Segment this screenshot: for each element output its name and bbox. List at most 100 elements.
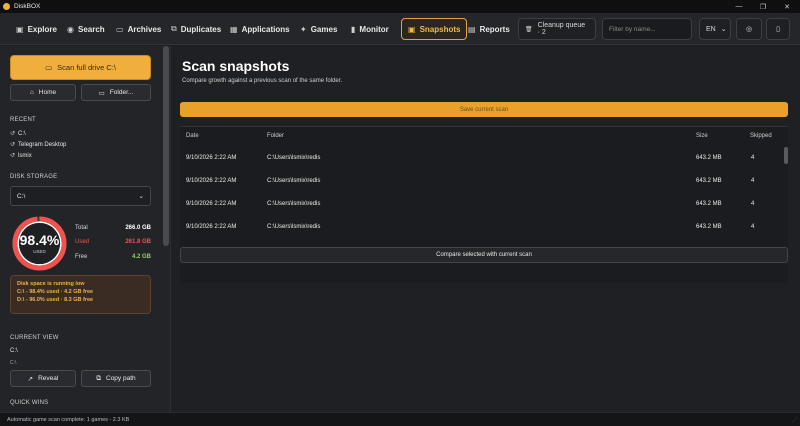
stat-label: Total — [75, 225, 88, 231]
gauge-label: USED — [33, 249, 46, 254]
page-title: Scan snapshots — [182, 58, 290, 74]
nav-explore[interactable]: ▣ Explore — [10, 18, 63, 40]
filter-input[interactable] — [602, 18, 692, 40]
applications-icon: ▦ — [230, 24, 238, 34]
main-toolbar: ▣ Explore ◉ Search ▭ Archives ⧉ Duplicat… — [0, 13, 800, 45]
stat-value: 4.2 GB — [131, 254, 151, 260]
column-header-size[interactable]: Size — [696, 133, 708, 139]
column-header-date[interactable]: Date — [186, 133, 199, 139]
theme-button[interactable]: ◎ — [736, 18, 762, 40]
table-row[interactable]: 9/10/2026 2:22 AM C:\Users\lsmix\redis 6… — [180, 194, 780, 216]
recent-item-label: C:\ — [18, 130, 26, 137]
minimize-button[interactable]: — — [727, 0, 751, 13]
language-value: EN — [706, 25, 716, 33]
nav-explore-label: Explore — [27, 24, 57, 34]
stat-value: 266.0 GB — [125, 225, 151, 231]
nav-duplicates[interactable]: ⧉ Duplicates — [165, 18, 227, 40]
table-row[interactable]: 9/10/2026 2:22 AM C:\Users\lsmix\redis 6… — [180, 148, 780, 170]
resize-grip-icon[interactable]: ⋰ — [791, 417, 797, 424]
cell-skipped: 4 — [751, 201, 755, 207]
save-current-scan-button[interactable]: Save current scan — [180, 102, 788, 117]
compare-scan-button[interactable]: Compare selected with current scan — [180, 247, 788, 263]
table-row[interactable]: 9/10/2026 2:22 AM C:\Users\lsmix\redis 6… — [180, 217, 780, 239]
recent-item[interactable]: ↺ C:\ — [10, 130, 26, 138]
drive-select[interactable]: C:\ ⌄ — [10, 186, 151, 206]
column-header-folder[interactable]: Folder — [267, 133, 284, 139]
theme-icon: ◎ — [745, 26, 753, 33]
column-header-skipped[interactable]: Skipped — [750, 133, 772, 139]
nav-search[interactable]: ◉ Search — [61, 18, 111, 40]
nav-monitor[interactable]: ▮ Monitor — [345, 18, 395, 40]
close-button[interactable]: ✕ — [775, 0, 799, 13]
explore-icon: ▣ — [16, 24, 24, 34]
cell-date: 9/10/2026 2:22 AM — [186, 178, 237, 184]
nav-snapshots[interactable]: ▣ Snapshots — [401, 18, 468, 40]
cell-skipped: 4 — [751, 224, 755, 230]
recent-item-label: Telegram Desktop — [18, 141, 67, 148]
warning-title: Disk space is running low — [17, 281, 85, 287]
table-scrollbar[interactable] — [784, 147, 788, 164]
nav-applications[interactable]: ▦ Applications — [224, 18, 296, 40]
cell-size: 643.2 MB — [696, 178, 722, 184]
nav-games[interactable]: ✦ Games — [294, 18, 343, 40]
nav-archives[interactable]: ▭ Archives — [110, 18, 167, 40]
nav-reports[interactable]: ▤ Reports — [462, 18, 516, 40]
current-path: C:\ — [10, 348, 18, 354]
warning-line: D:\ - 96.0% used · 8.3 GB free — [17, 297, 94, 303]
disk-storage-heading: DISK STORAGE — [10, 174, 58, 180]
drive-icon: ▭ — [45, 63, 53, 72]
folder-button[interactable]: ▭ Folder... — [81, 84, 151, 101]
reveal-label: Reveal — [38, 375, 59, 382]
sidebar-scrollbar[interactable] — [163, 46, 169, 246]
cell-folder: C:\Users\lsmix\redis — [267, 224, 321, 230]
history-icon: ↺ — [10, 153, 16, 159]
stat-total: Total 266.0 GB — [75, 225, 151, 231]
cleanup-queue-button[interactable]: 🗑 Cleanup queue · 2 — [518, 18, 596, 40]
cell-skipped: 4 — [751, 155, 755, 161]
chevron-down-icon: ⌄ — [720, 26, 727, 33]
copy-path-button[interactable]: ⧉ Copy path — [81, 370, 151, 387]
nav-search-label: Search — [77, 24, 105, 34]
panel-toggle-button[interactable]: ▯ — [766, 18, 790, 40]
cell-date: 9/10/2026 2:22 AM — [186, 155, 237, 161]
folder-icon: ▭ — [98, 89, 105, 97]
cell-date: 9/10/2026 2:22 AM — [186, 224, 237, 230]
stat-used: Used 261.8 GB — [75, 239, 151, 245]
cell-size: 643.2 MB — [696, 224, 722, 230]
stat-free: Free 4.2 GB — [75, 254, 151, 260]
low-space-warning: Disk space is running low C:\ - 98.4% us… — [10, 275, 151, 314]
cell-folder: C:\Users\lsmix\redis — [267, 155, 321, 161]
copy-path-label: Copy path — [106, 375, 136, 382]
cell-size: 643.2 MB — [696, 155, 722, 161]
home-label: Home — [38, 89, 57, 96]
monitor-icon: ▮ — [351, 24, 356, 34]
scan-full-drive-label: Scan full drive C:\ — [57, 63, 116, 72]
eye-icon: ◉ — [67, 24, 74, 34]
folder-label: Folder... — [109, 89, 134, 96]
scan-full-drive-button[interactable]: ▭ Scan full drive C:\ — [10, 55, 151, 80]
home-button[interactable]: ⌂ Home — [10, 84, 76, 101]
home-icon: ⌂ — [29, 89, 34, 96]
recent-item[interactable]: ↺ lsmix — [10, 152, 32, 160]
cell-folder: C:\Users\lsmix\redis — [267, 178, 321, 184]
recent-item[interactable]: ↺ Telegram Desktop — [10, 141, 67, 149]
sidebar: ▭ Scan full drive C:\ ⌂ Home ▭ Folder...… — [0, 46, 171, 412]
nav-applications-label: Applications — [241, 24, 290, 34]
stat-label: Used — [75, 239, 90, 245]
cell-skipped: 4 — [751, 178, 755, 184]
cell-date: 9/10/2026 2:22 AM — [186, 201, 237, 207]
nav-games-label: Games — [310, 24, 338, 34]
external-link-icon: ↗ — [27, 375, 34, 383]
maximize-button[interactable]: ❐ — [751, 0, 775, 13]
reports-icon: ▤ — [468, 24, 476, 34]
nav-reports-label: Reports — [479, 24, 510, 34]
nav-archives-label: Archives — [127, 24, 162, 34]
language-select[interactable]: EN ⌄ — [699, 18, 731, 40]
games-icon: ✦ — [300, 24, 307, 34]
stat-value: 261.8 GB — [125, 239, 151, 245]
warning-line: C:\ - 98.4% used · 4.2 GB free — [17, 289, 94, 295]
nav-snapshots-label: Snapshots — [419, 24, 461, 34]
snapshot-icon: ▣ — [408, 24, 416, 34]
table-row[interactable]: 9/10/2026 2:22 AM C:\Users\lsmix\redis 6… — [180, 171, 780, 193]
reveal-button[interactable]: ↗ Reveal — [10, 370, 76, 387]
